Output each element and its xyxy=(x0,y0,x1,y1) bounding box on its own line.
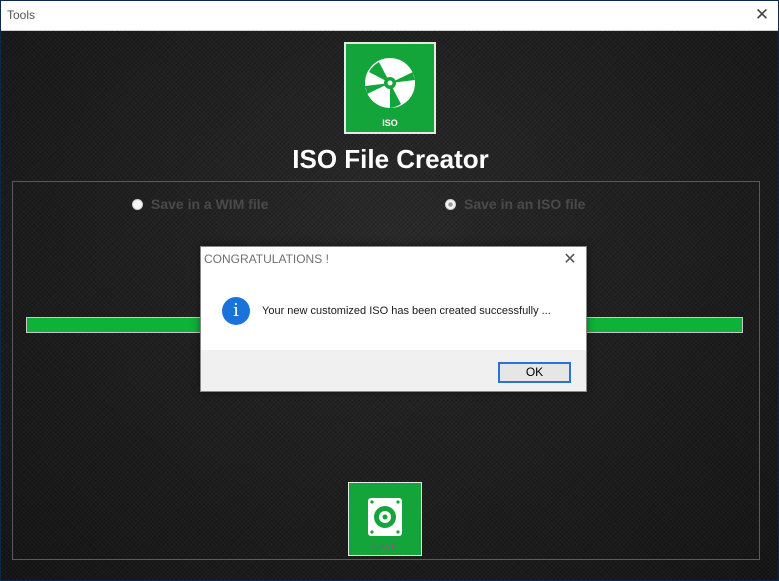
ok-button[interactable]: OK xyxy=(498,362,571,383)
radio-save-iso[interactable]: Save in an ISO file xyxy=(445,195,585,213)
dialog-message: Your new customized ISO has been created… xyxy=(262,305,551,317)
window-title: Tools xyxy=(7,8,36,22)
iso-logo: ISO xyxy=(344,42,436,134)
save-button-label: SAVE xyxy=(372,542,398,553)
close-icon[interactable]: ✕ xyxy=(750,4,774,26)
radio-save-wim[interactable]: Save in a WIM file xyxy=(132,195,268,213)
info-icon: i xyxy=(222,297,250,325)
success-dialog: CONGRATULATIONS ! ✕ i Your new customize… xyxy=(200,246,587,392)
dialog-close-icon[interactable]: ✕ xyxy=(560,249,580,269)
save-button[interactable]: SAVE xyxy=(348,482,422,556)
radio-label-iso: Save in an ISO file xyxy=(464,196,586,212)
logo-caption: ISO xyxy=(382,118,398,128)
radio-button-iso[interactable] xyxy=(445,198,456,210)
radio-label-wim: Save in a WIM file xyxy=(151,196,269,212)
dialog-title: CONGRATULATIONS ! xyxy=(204,252,329,266)
page-title: ISO File Creator xyxy=(292,144,489,174)
drive-save-icon xyxy=(368,498,402,536)
dialog-footer: OK xyxy=(201,350,586,391)
disc-icon xyxy=(365,58,415,108)
radio-button-wim[interactable] xyxy=(132,198,143,210)
title-bar: Tools ✕ xyxy=(1,1,778,31)
